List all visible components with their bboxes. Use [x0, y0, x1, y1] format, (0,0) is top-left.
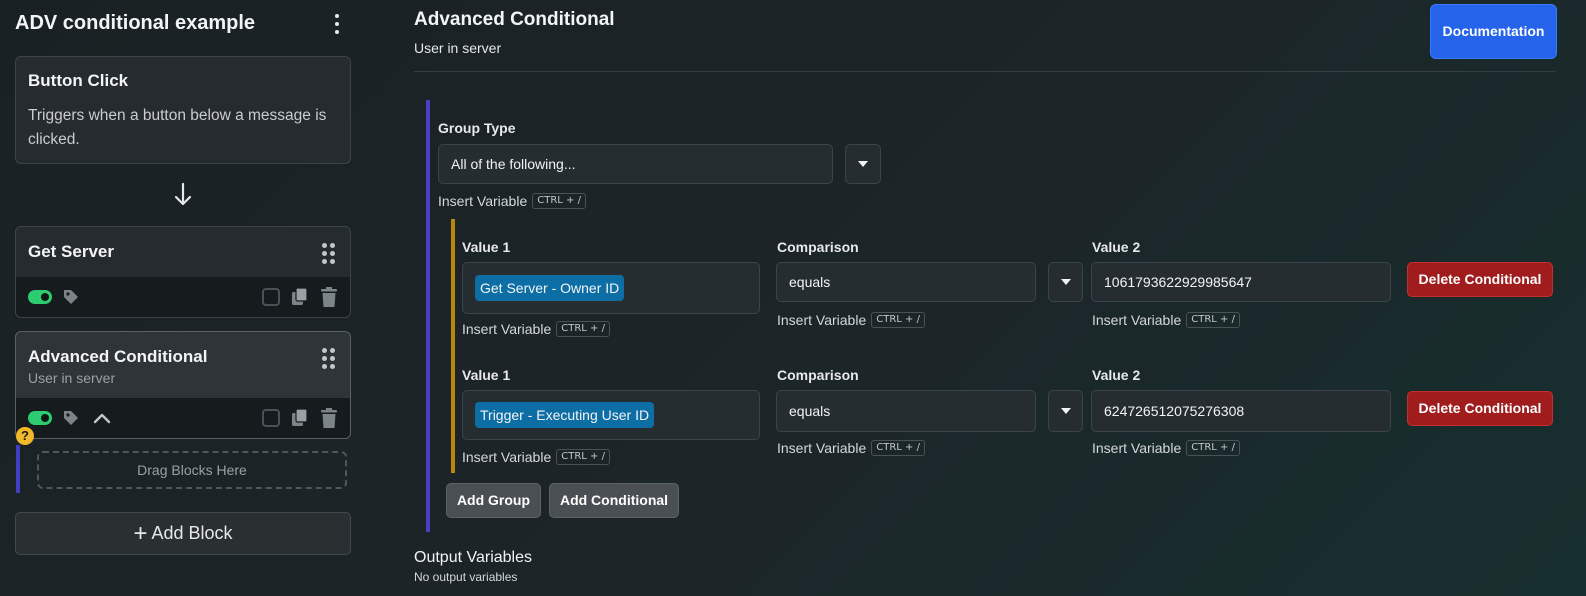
documentation-button[interactable]: Documentation: [1430, 4, 1557, 59]
block-subtitle: User in server: [28, 370, 116, 386]
comparison-label: Comparison: [777, 239, 859, 255]
trash-icon[interactable]: [319, 286, 339, 308]
select-checkbox[interactable]: [262, 288, 280, 306]
help-icon[interactable]: ?: [16, 427, 34, 445]
insert-variable-label: Insert Variable: [1092, 312, 1182, 328]
block-title: Get Server: [28, 242, 114, 261]
nested-block-bar: [16, 445, 20, 493]
copy-icon[interactable]: [290, 287, 310, 307]
value1-label: Value 1: [462, 239, 511, 255]
value2-input[interactable]: 624726512075276308: [1091, 390, 1391, 432]
insert-variable-hint[interactable]: Insert Variable CTRL + /: [777, 440, 925, 456]
drag-handle-icon[interactable]: [322, 243, 336, 265]
add-group-button[interactable]: Add Group: [446, 483, 541, 518]
drag-handle-icon[interactable]: [322, 348, 336, 370]
enable-toggle[interactable]: [28, 290, 52, 304]
value2-label: Value 2: [1092, 367, 1141, 383]
trigger-card[interactable]: Button Click Triggers when a button belo…: [15, 56, 351, 164]
plus-icon: +: [133, 520, 148, 547]
insert-variable-hint[interactable]: Insert Variable CTRL + /: [1092, 440, 1240, 456]
shortcut-badge: CTRL + /: [871, 312, 925, 328]
group-bar: [426, 100, 430, 532]
shortcut-badge: CTRL + /: [1186, 440, 1240, 456]
caret-down-icon: [858, 161, 868, 167]
sidebar: ADV conditional example Button Click Tri…: [0, 0, 366, 596]
insert-variable-label: Insert Variable: [777, 312, 867, 328]
shortcut-badge: CTRL + /: [1186, 312, 1240, 328]
add-block-label: Add Block: [151, 523, 233, 543]
comparison-dropdown-button[interactable]: [1048, 390, 1083, 432]
shortcut-badge: CTRL + /: [532, 193, 586, 209]
insert-variable-label: Insert Variable: [1092, 440, 1182, 456]
block-toolbar: [16, 277, 350, 317]
block-title: Advanced Conditional: [28, 347, 208, 366]
group-type-dropdown-button[interactable]: [845, 144, 881, 184]
block-card-get-server[interactable]: Get Server: [15, 226, 351, 318]
tag-icon[interactable]: [62, 288, 80, 306]
output-variables-empty: No output variables: [414, 570, 518, 584]
insert-variable-label: Insert Variable: [462, 321, 552, 337]
insert-variable-hint[interactable]: Insert Variable CTRL + /: [462, 449, 610, 465]
caret-down-icon: [1060, 279, 1071, 285]
comparison-dropdown-button[interactable]: [1048, 262, 1083, 302]
page-title: Advanced Conditional: [414, 9, 615, 30]
value1-input[interactable]: Trigger - Executing User ID: [462, 390, 760, 440]
value2-label: Value 2: [1092, 239, 1141, 255]
group-type-select[interactable]: All of the following...: [438, 144, 833, 184]
drop-zone[interactable]: Drag Blocks Here: [37, 451, 347, 489]
block-card-advanced-conditional[interactable]: Advanced Conditional User in server: [15, 331, 351, 439]
delete-conditional-button[interactable]: Delete Conditional: [1407, 391, 1553, 426]
caret-down-icon: [1060, 408, 1071, 414]
insert-variable-label: Insert Variable: [438, 193, 528, 209]
insert-variable-hint[interactable]: Insert Variable CTRL + /: [1092, 312, 1240, 328]
value1-label: Value 1: [462, 367, 511, 383]
variable-chip[interactable]: Get Server - Owner ID: [475, 275, 625, 301]
kebab-menu-icon[interactable]: [333, 14, 341, 34]
insert-variable-hint[interactable]: Insert Variable CTRL + /: [462, 321, 610, 337]
trigger-title: Button Click: [28, 71, 129, 90]
shortcut-badge: CTRL + /: [556, 449, 610, 465]
tag-icon[interactable]: [62, 409, 80, 427]
block-toolbar: [16, 398, 350, 438]
trash-icon[interactable]: [319, 407, 339, 429]
comparison-select[interactable]: equals: [776, 262, 1036, 302]
variable-chip[interactable]: Trigger - Executing User ID: [475, 402, 655, 428]
delete-conditional-button[interactable]: Delete Conditional: [1407, 262, 1553, 297]
add-conditional-button[interactable]: Add Conditional: [549, 483, 679, 518]
project-title: ADV conditional example: [15, 12, 256, 34]
insert-variable-label: Insert Variable: [777, 440, 867, 456]
enable-toggle[interactable]: [28, 411, 52, 425]
insert-variable-label: Insert Variable: [462, 449, 552, 465]
value2-input[interactable]: 1061793622929985647: [1091, 262, 1391, 302]
insert-variable-hint[interactable]: Insert Variable CTRL + /: [438, 193, 586, 209]
add-block-button[interactable]: + Add Block: [15, 512, 351, 555]
trigger-description: Triggers when a button below a message i…: [28, 107, 327, 148]
chevron-up-icon[interactable]: [92, 408, 112, 428]
insert-variable-hint[interactable]: Insert Variable CTRL + /: [777, 312, 925, 328]
comparison-label: Comparison: [777, 367, 859, 383]
page-subtitle: User in server: [414, 40, 502, 56]
shortcut-badge: CTRL + /: [556, 321, 610, 337]
comparison-select[interactable]: equals: [776, 390, 1036, 432]
value1-input[interactable]: Get Server - Owner ID: [462, 262, 760, 314]
copy-icon[interactable]: [290, 408, 310, 428]
header-divider: [414, 71, 1556, 72]
shortcut-badge: CTRL + /: [871, 440, 925, 456]
select-checkbox[interactable]: [262, 409, 280, 427]
group-type-label: Group Type: [438, 120, 516, 136]
conditional-bar: [451, 219, 455, 473]
output-variables-title: Output Variables: [414, 549, 532, 566]
arrow-down-icon: [174, 182, 192, 206]
